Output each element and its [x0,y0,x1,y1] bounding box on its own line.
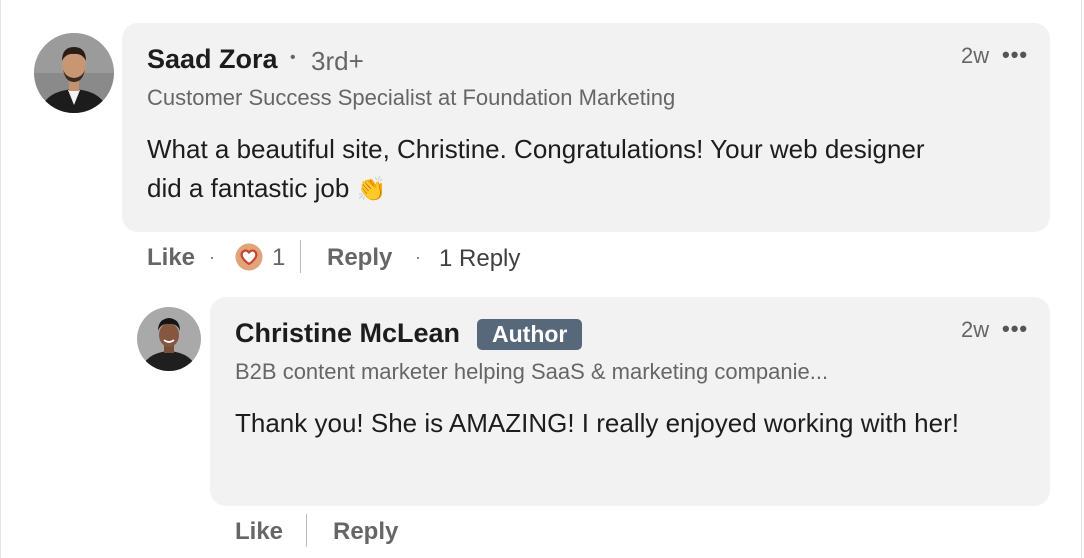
reply-timestamp: 2w [961,317,990,342]
connection-degree: 3rd+ [311,46,364,76]
avatar-saad[interactable] [34,33,114,113]
reply-action-divider [306,514,307,547]
like-button[interactable]: Like [147,244,195,272]
reply-more-icon[interactable]: ••• [1002,318,1028,340]
comment-timestamp: 2w [961,43,990,68]
reply-reply-button[interactable]: Reply [333,518,398,546]
reply-author-name[interactable]: Christine McLean [235,318,460,349]
reply-button[interactable]: Reply [327,244,392,272]
reply-like-button[interactable]: Like [235,518,283,546]
comment-text: What a beautiful site, Christine. Congra… [147,130,947,209]
author-badge: Author [477,319,583,350]
action-dot: · [209,247,215,267]
comment-author-name[interactable]: Saad Zora [147,44,278,75]
reaction-count[interactable]: 1 [272,244,285,272]
comment-text-body: What a beautiful site, Christine. Congra… [147,134,925,203]
comment-author-headline: Customer Success Specialist at Foundatio… [147,85,676,110]
clapping-hands-emoji: 👏 [356,176,387,203]
separator-dot: • [290,49,296,66]
more-icon[interactable]: ••• [1002,44,1028,66]
action-dot: · [415,247,421,267]
reply-author-headline: B2B content marketer helping SaaS & mark… [235,359,829,384]
action-divider [300,240,301,273]
heart-reaction-icon[interactable] [235,243,263,271]
avatar-christine[interactable] [137,307,201,371]
view-replies-link[interactable]: 1 Reply [439,245,520,273]
reply-text: Thank you! She is AMAZING! I really enjo… [235,408,959,438]
